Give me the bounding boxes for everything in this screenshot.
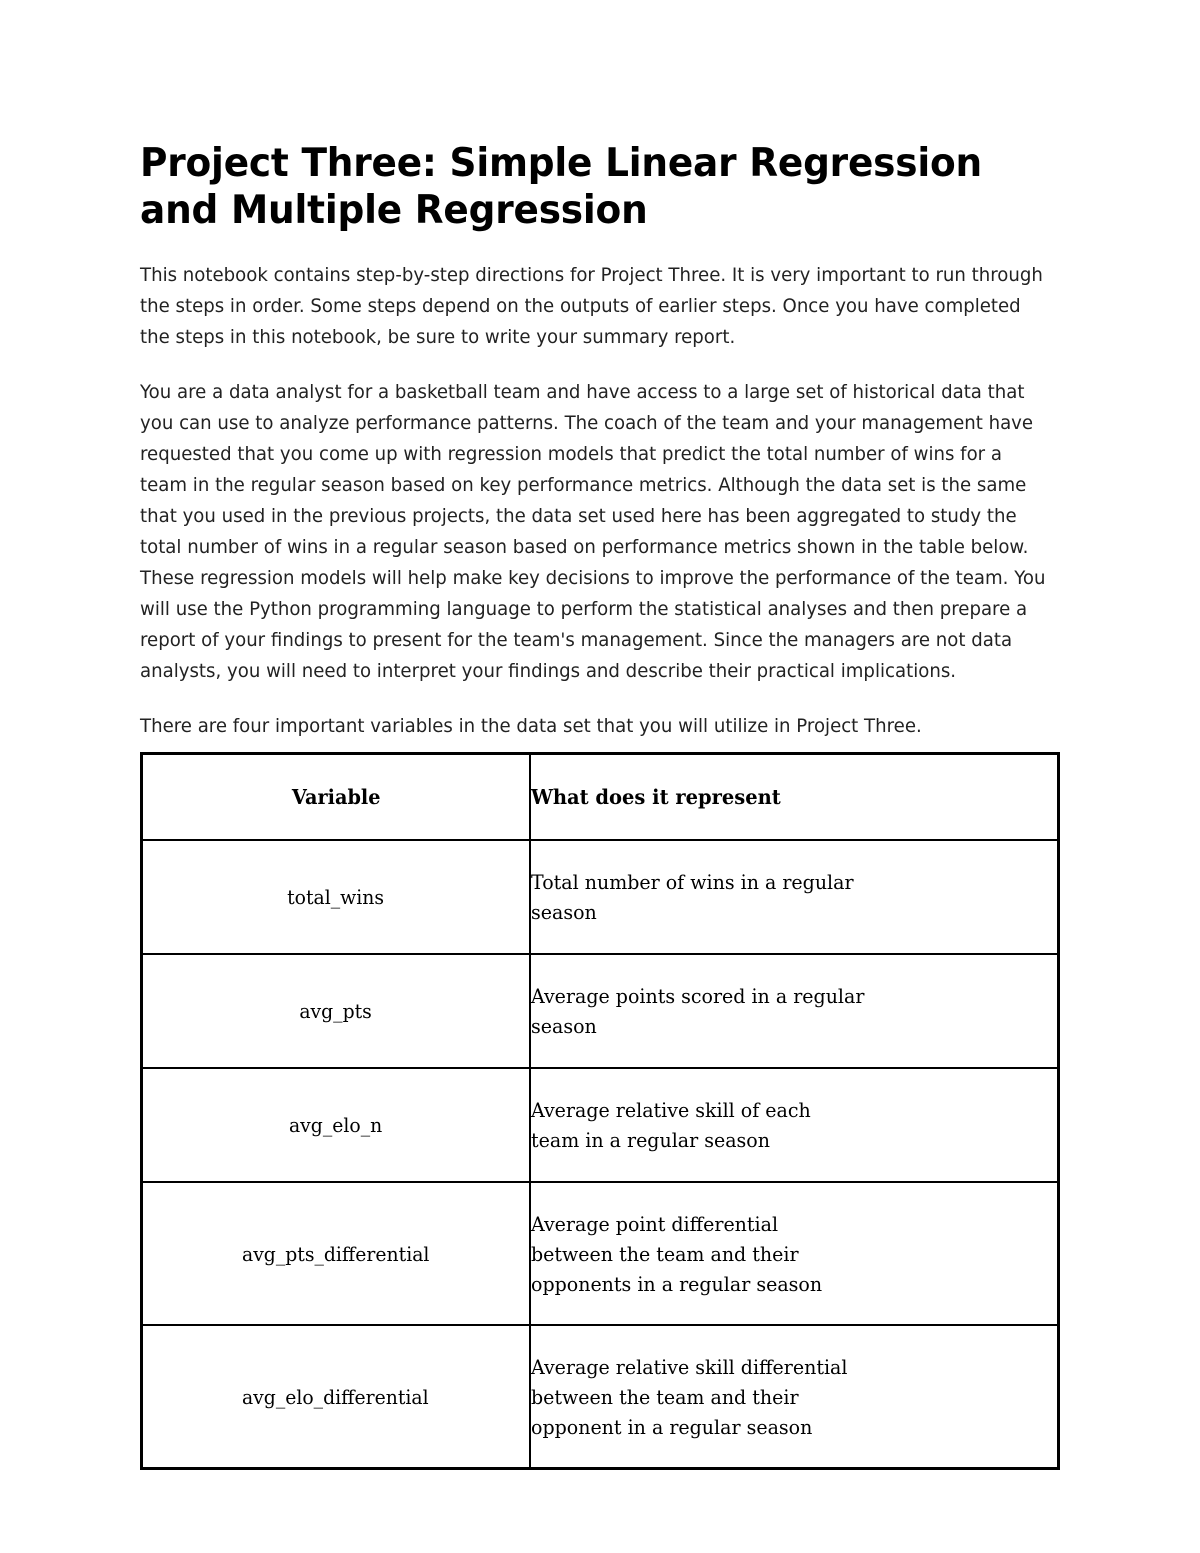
- variable-description-cell: Average point differential between the t…: [528, 1181, 1060, 1326]
- table-row: avg_pts_differential Average point diffe…: [140, 1181, 1060, 1326]
- table-row: avg_elo_n Average relative skill of each…: [140, 1067, 1060, 1183]
- variable-name-text: total_wins: [287, 885, 385, 909]
- description-line: Average points scored in a regular: [530, 984, 864, 1008]
- variable-name-cell: avg_pts_differential: [140, 1181, 531, 1326]
- page-title: Project Three: Simple Linear Regression …: [140, 141, 982, 233]
- intro-paragraph-2: You are a data analyst for a basketball …: [140, 382, 1046, 682]
- variable-name-cell: avg_elo_n: [140, 1067, 531, 1183]
- table-intro-text: There are four important variables in th…: [140, 716, 922, 737]
- description-line: between the team and their: [530, 1384, 799, 1409]
- description-line: Total number of wins in a regular: [530, 870, 854, 894]
- variable-description-cell: Average relative skill of each team in a…: [528, 1067, 1060, 1183]
- table-header-row: Variable What does it represent: [140, 752, 1060, 841]
- column-header-represents: What does it represent: [528, 752, 1060, 841]
- description-line: Average relative skill differential: [530, 1354, 847, 1379]
- document-page: Project Three: Simple Linear Regression …: [0, 0, 1200, 1553]
- variable-name-text: avg_pts: [299, 999, 372, 1023]
- table-row: avg_pts Average points scored in a regul…: [140, 953, 1060, 1069]
- column-header-variable: Variable: [140, 752, 531, 841]
- description-line: between the team and their: [530, 1241, 799, 1266]
- description-line: team in a regular season: [530, 1128, 770, 1152]
- description-line: season: [530, 1014, 597, 1038]
- variable-name-text: avg_elo_differential: [242, 1384, 430, 1409]
- description-line: Average point differential: [530, 1211, 778, 1236]
- variable-name-cell: avg_elo_differential: [140, 1324, 531, 1470]
- variable-name-text: avg_pts_differential: [242, 1241, 430, 1266]
- column-header-represents-label: What does it represent: [530, 785, 781, 809]
- variable-description-cell: Total number of wins in a regular season: [528, 839, 1060, 955]
- variable-description-cell: Average points scored in a regular seaso…: [528, 953, 1060, 1069]
- variable-name-text: avg_elo_n: [289, 1113, 383, 1137]
- variable-name-cell: total_wins: [140, 839, 531, 955]
- column-header-variable-label: Variable: [291, 785, 381, 809]
- description-line: season: [530, 900, 597, 924]
- table-row: avg_elo_differential Average relative sk…: [140, 1324, 1060, 1470]
- table-row: total_wins Total number of wins in a reg…: [140, 839, 1060, 955]
- description-line: Average relative skill of each: [530, 1098, 811, 1122]
- variables-table: Variable What does it represent total_wi…: [140, 752, 1060, 1470]
- variable-description-cell: Average relative skill differential betw…: [528, 1324, 1060, 1470]
- description-line: opponent in a regular season: [530, 1414, 812, 1439]
- description-line: opponents in a regular season: [530, 1271, 822, 1296]
- variable-name-cell: avg_pts: [140, 953, 531, 1069]
- intro-paragraph-1: This notebook contains step-by-step dire…: [140, 265, 1043, 348]
